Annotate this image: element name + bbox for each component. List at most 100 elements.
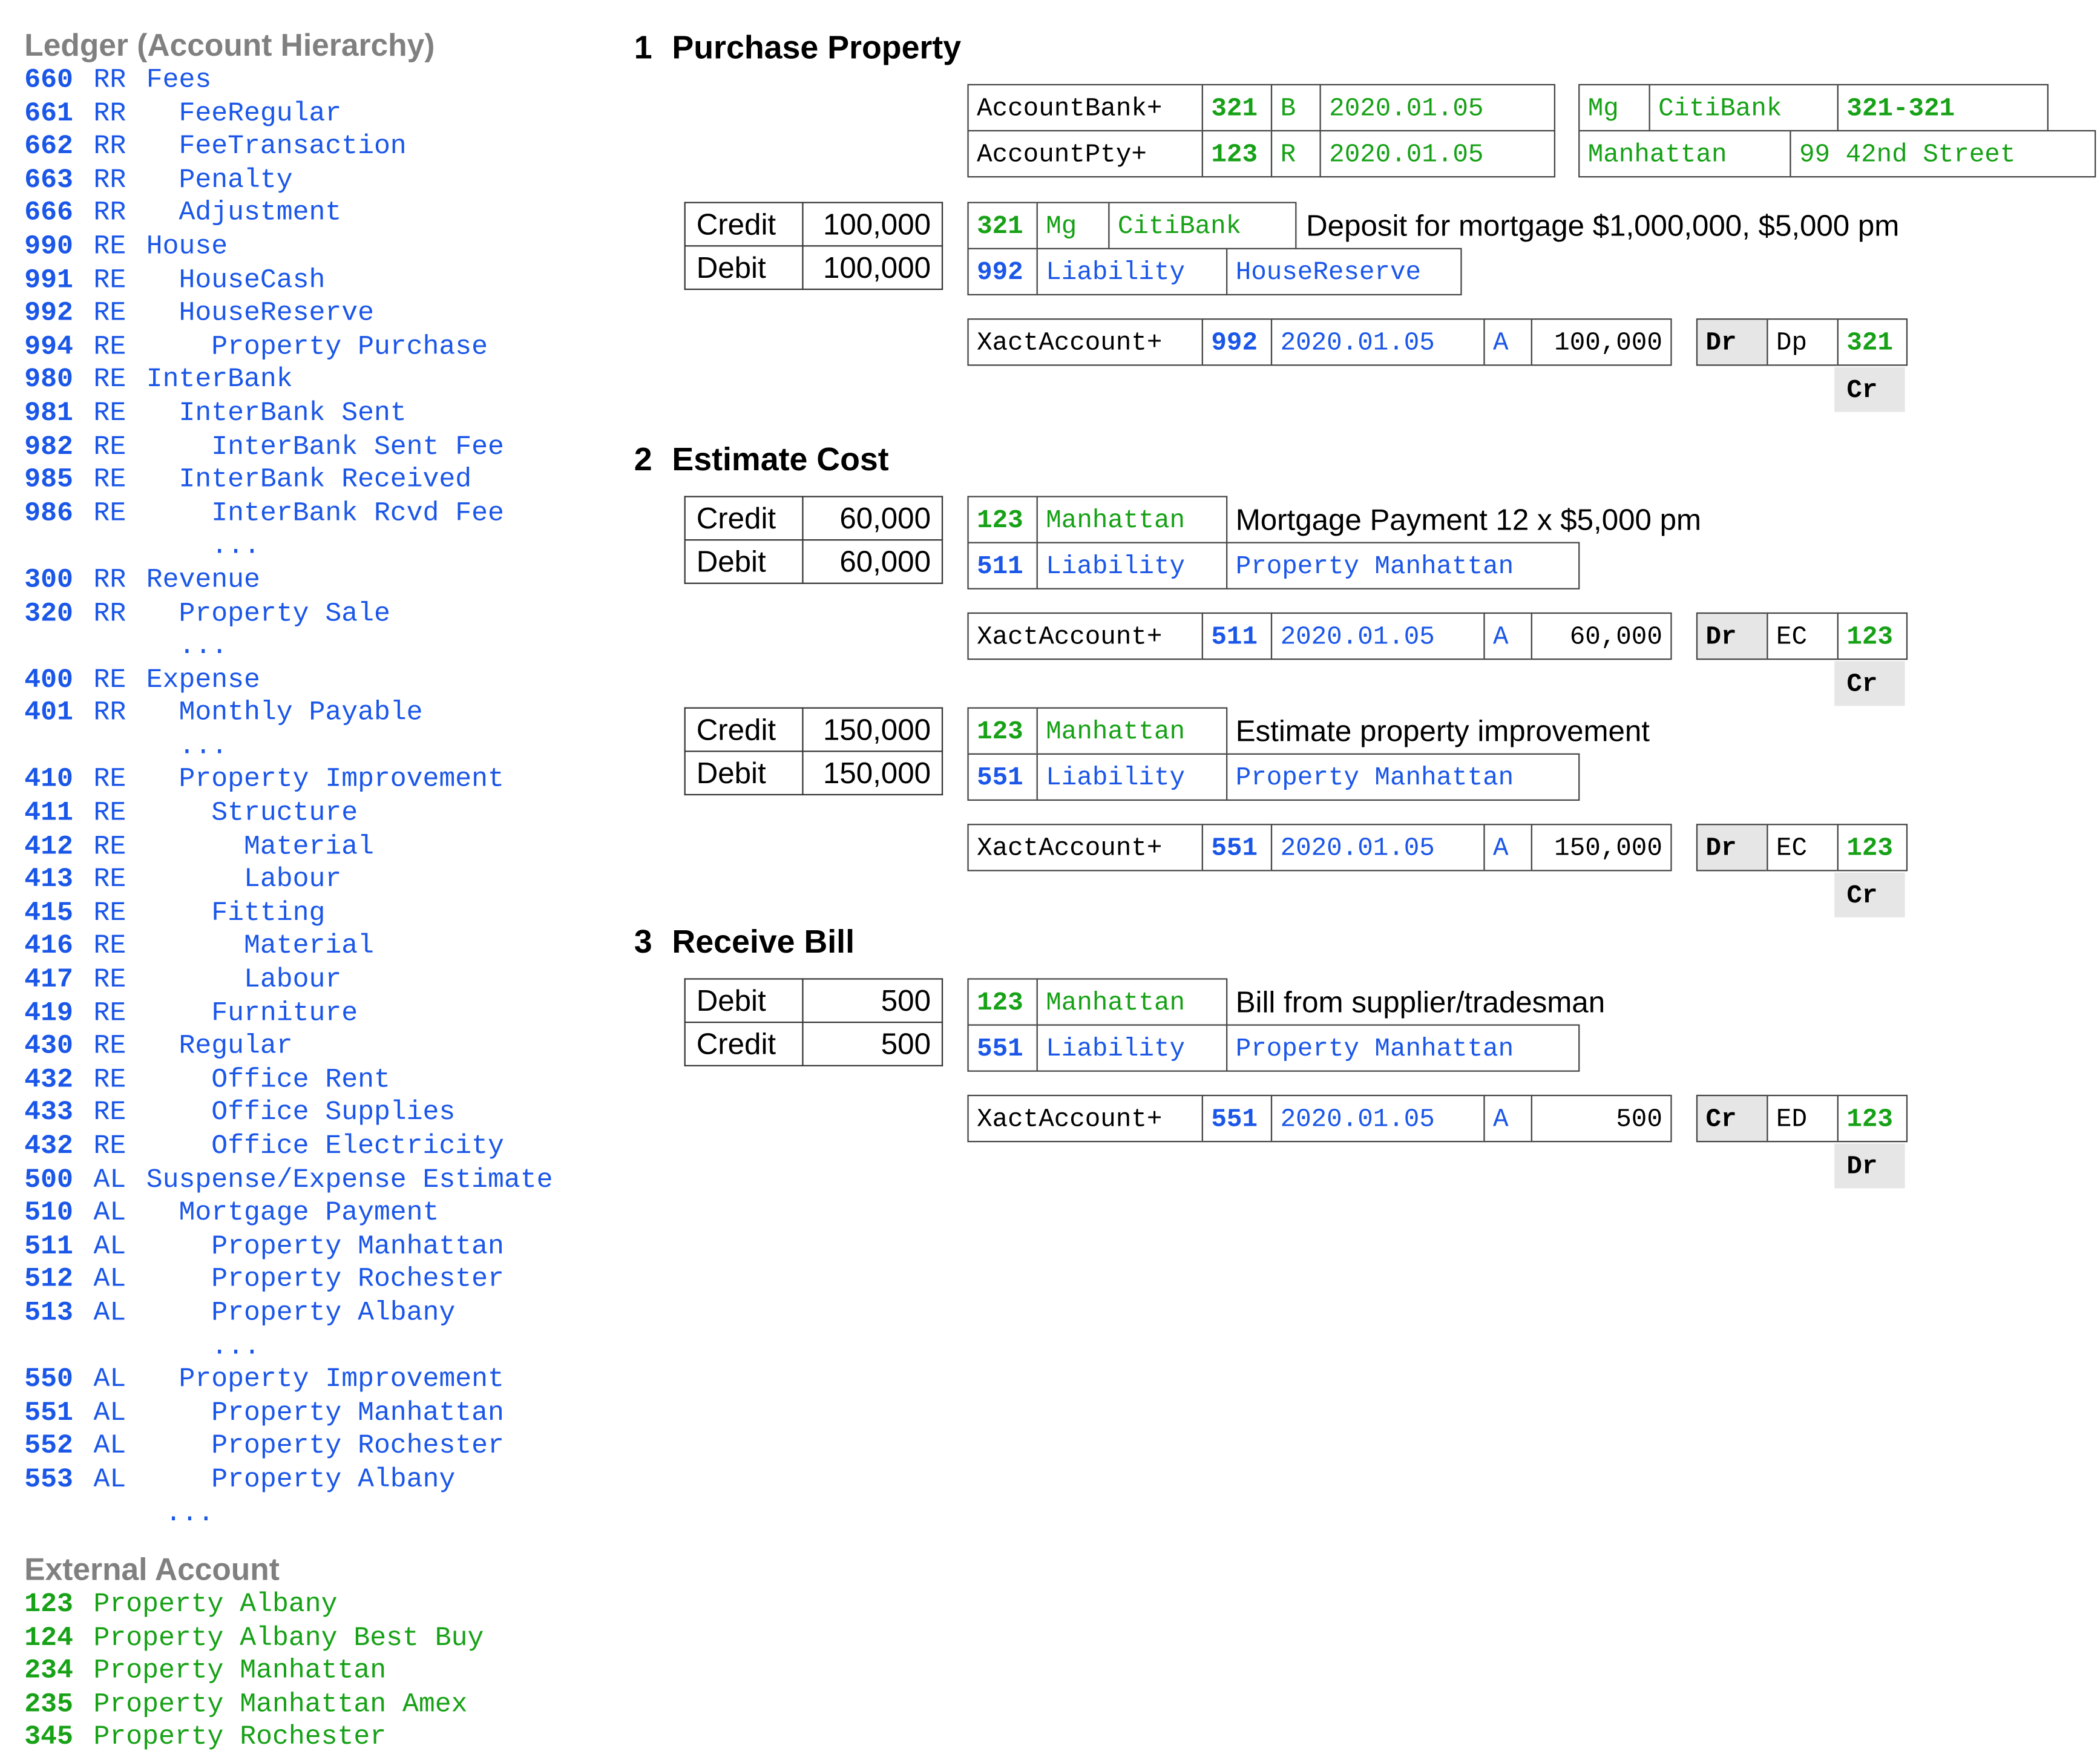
- ledger-name: Property Manhattan: [146, 1231, 504, 1263]
- ledger-code: 300: [24, 565, 73, 596]
- ledger-name: Revenue: [146, 565, 260, 596]
- ledger-type: RE: [93, 898, 126, 930]
- ledger-name: Structure: [146, 798, 358, 830]
- ledger-code: 415: [24, 898, 73, 930]
- xact-label: XactAccount+: [967, 824, 1203, 872]
- ledger-type: RR: [93, 565, 126, 596]
- ledger-name: Property Albany: [146, 1464, 456, 1496]
- xact-date: 2020.01.05: [1270, 1094, 1485, 1143]
- ledger-type: RE: [93, 1031, 126, 1063]
- ledger-row: ...: [24, 631, 553, 665]
- ledger-name: ...: [146, 731, 228, 763]
- ledger-code: 662: [24, 131, 73, 163]
- ext-account-code: 321: [967, 202, 1038, 249]
- section-2b-description: Estimate property improvement: [1235, 714, 1650, 748]
- credit-label: Credit: [684, 1021, 804, 1066]
- ledger-row: 661 RR FeeRegular: [24, 99, 553, 132]
- xact-code: 551: [1201, 1094, 1273, 1143]
- account-pty-label: AccountPty+: [967, 130, 1203, 178]
- ledger-name: Fitting: [146, 898, 326, 930]
- debit-label: Debit: [684, 750, 804, 796]
- ledger-type: RE: [93, 432, 126, 463]
- ledger-row: 513 AL Property Albany: [24, 1298, 553, 1331]
- ledger-name: Fees: [146, 65, 212, 96]
- ledger-name: Property Albany: [146, 1298, 456, 1330]
- ledger-heading: Ledger (Account Hierarchy): [24, 27, 435, 62]
- ledger-code: 400: [24, 665, 73, 696]
- ledger-code: 413: [24, 864, 73, 896]
- debit-amount: 60,000: [802, 539, 943, 584]
- xact-direction: Dr: [1696, 612, 1768, 660]
- external-account-code: 123: [24, 1589, 73, 1621]
- xact-contra-direction: Cr: [1834, 661, 1905, 706]
- ledger-code: 980: [24, 364, 73, 396]
- xact-amount: 100,000: [1531, 318, 1672, 366]
- ledger-name: InterBank: [146, 364, 293, 396]
- bank-mg: Mg: [1578, 84, 1650, 132]
- ledger-row: 985 RE InterBank Received: [24, 465, 553, 498]
- ledger-type: AL: [93, 1464, 126, 1496]
- ledger-type: RE: [93, 798, 126, 830]
- xact-contra-direction: Cr: [1834, 367, 1905, 412]
- ledger-name: ...: [146, 531, 260, 563]
- ledger-row: 994 RE Property Purchase: [24, 332, 553, 365]
- xact-amount: 60,000: [1531, 612, 1672, 660]
- ledger-type: RE: [93, 764, 126, 796]
- ledger-account-code: 511: [967, 542, 1038, 589]
- ext-account-name: Manhattan: [1036, 707, 1228, 755]
- ledger-type: AL: [93, 1298, 126, 1330]
- ledger-code: 433: [24, 1098, 73, 1129]
- xact-kind: EC: [1767, 824, 1839, 872]
- ledger-name: Expense: [146, 665, 260, 696]
- section-2a-credit-debit-table: Credit 60,000 Debit 60,000: [684, 496, 943, 584]
- ledger-row: 417 RE Labour: [24, 965, 553, 998]
- ledger-row: 982 RE InterBank Sent Fee: [24, 432, 553, 465]
- account-bank-label: AccountBank+: [967, 84, 1203, 132]
- ledger-code: 410: [24, 764, 73, 796]
- ledger-row: 552 AL Property Rochester: [24, 1431, 553, 1465]
- account-bank-code: 321: [1201, 84, 1273, 132]
- ledger-type: RE: [93, 1131, 126, 1163]
- ext-account-code: 123: [967, 496, 1038, 543]
- ledger-row: 980 RE InterBank: [24, 365, 553, 398]
- xact-amount: 500: [1531, 1094, 1672, 1143]
- ledger-code: 553: [24, 1464, 73, 1496]
- external-account-row: 123 Property Albany: [24, 1589, 484, 1623]
- external-account-heading: External Account: [24, 1551, 280, 1587]
- ledger-row: 430 RE Regular: [24, 1031, 553, 1065]
- account-pty-code: 123: [1201, 130, 1273, 178]
- ledger-name: Labour: [146, 965, 342, 996]
- xact-flag: A: [1483, 824, 1532, 872]
- ledger-type: RE: [93, 831, 126, 863]
- section-1-description: Deposit for mortgage $1,000,000, $5,000 …: [1306, 208, 1900, 243]
- ledger-type: RE: [93, 998, 126, 1029]
- ledger-row: 416 RE Material: [24, 931, 553, 965]
- ledger-row: 401 RR Monthly Payable: [24, 698, 553, 732]
- ledger-type: AL: [93, 1198, 126, 1229]
- ledger-code: 320: [24, 598, 73, 629]
- xact-kind: ED: [1767, 1094, 1839, 1143]
- ledger-code: 551: [24, 1397, 73, 1430]
- ledger-code: 416: [24, 931, 73, 963]
- debit-label: Debit: [684, 245, 804, 291]
- ledger-name: FeeTransaction: [146, 131, 407, 163]
- ledger-type: RE: [93, 298, 126, 330]
- ledger-code: 666: [24, 198, 73, 230]
- external-account-row: 235 Property Manhattan Amex: [24, 1689, 484, 1722]
- ledger-account-type: Liability: [1036, 542, 1228, 589]
- ledger-name: Furniture: [146, 998, 358, 1029]
- ledger-type: RE: [93, 398, 126, 430]
- ledger-row: 553 AL Property Albany: [24, 1465, 553, 1498]
- ledger-type: RE: [93, 331, 126, 363]
- ledger-row: ...: [24, 1498, 553, 1531]
- ledger-name: Regular: [146, 1031, 293, 1063]
- ledger-row: 666 RR Adjustment: [24, 199, 553, 232]
- ledger-name: Office Supplies: [146, 1098, 456, 1129]
- ledger-name: Property Sale: [146, 598, 390, 629]
- account-bank-type: B: [1270, 84, 1321, 132]
- section-1-title: 1 Purchase Property: [634, 30, 961, 68]
- ledger-type: RE: [93, 498, 126, 530]
- ledger-code: 500: [24, 1164, 73, 1196]
- ledger-code: 986: [24, 498, 73, 530]
- ledger-row: ...: [24, 732, 553, 765]
